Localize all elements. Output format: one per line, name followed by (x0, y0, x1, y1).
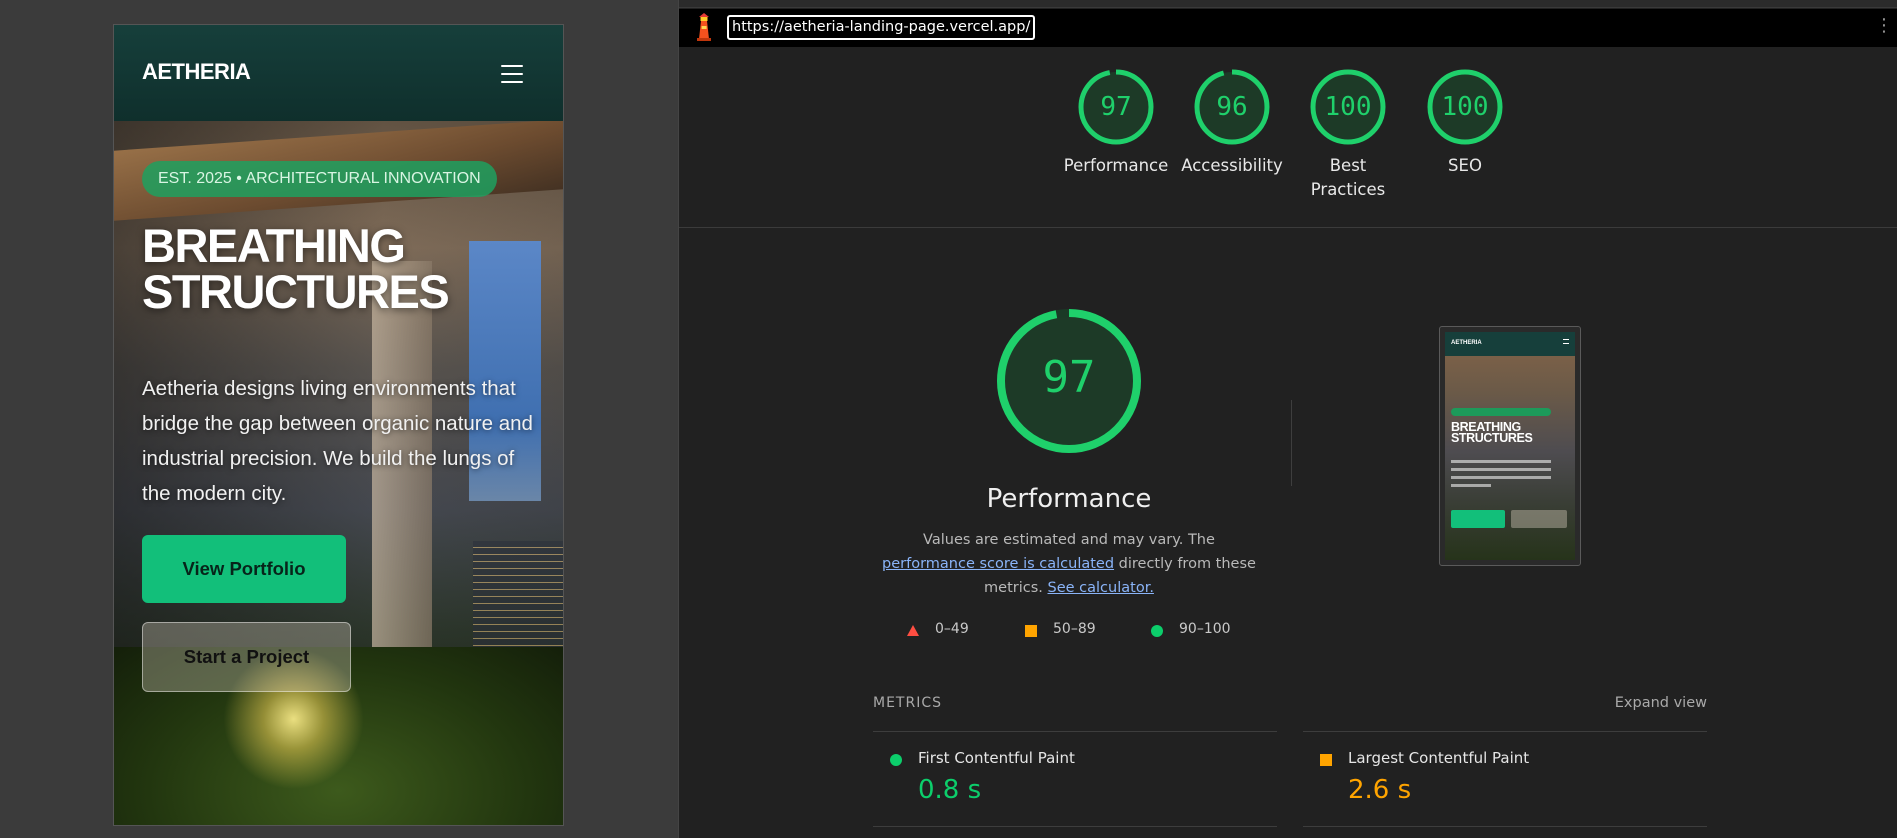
mobile-preview: AETHERIA EST. 2025 • ARCHITECTURAL INNOV… (113, 24, 564, 826)
gauge-seo[interactable]: 100 SEO (1405, 68, 1525, 178)
hamburger-menu-icon[interactable] (501, 65, 523, 83)
thumbnail-primary-button (1451, 510, 1505, 528)
metric-name: Largest Contentful Paint (1348, 749, 1530, 767)
gauge-label: Accessibility (1181, 156, 1283, 175)
hero-title: BREATHING STRUCTURES (142, 219, 450, 319)
category-gauges: 97 Performance 96 Accessibility 100 Best… (679, 68, 1897, 228)
gauge-accessibility[interactable]: 96 Accessibility (1172, 68, 1292, 178)
description-text: Values are estimated and may vary. The (923, 532, 1215, 548)
view-portfolio-button[interactable]: View Portfolio (142, 535, 346, 603)
thumbnail-title: BREATHING STRUCTURES (1451, 420, 1533, 445)
site-logo[interactable]: AETHERIA (142, 59, 251, 85)
metrics-label: METRICS (873, 695, 942, 711)
screen: AETHERIA EST. 2025 • ARCHITECTURAL INNOV… (0, 0, 1897, 838)
gauge-best-practices[interactable]: 100 Best Practices (1289, 68, 1407, 202)
gauge-performance[interactable]: 97 Performance (1056, 68, 1176, 178)
see-calculator-link[interactable]: See calculator. (1048, 580, 1154, 596)
score-legend: 0–49 50–89 90–100 (907, 620, 1307, 644)
thumbnail-text-lines (1451, 460, 1551, 492)
orange-square-icon (1320, 754, 1332, 766)
red-triangle-icon (907, 625, 919, 636)
legend-range: 50–89 (1053, 621, 1096, 637)
gauge-score: 97 (1100, 92, 1132, 122)
score-calculated-link[interactable]: performance score is calculated (882, 556, 1114, 572)
report-top-strip (679, 0, 1897, 8)
hero-description: Aetheria designs living environments tha… (142, 377, 533, 505)
metrics-header: METRICS Expand view (873, 693, 1707, 717)
gauge-score: 100 (1441, 92, 1489, 122)
divider (1291, 400, 1292, 486)
metric-largest-contentful-paint[interactable]: Largest Contentful Paint 2.6 s (1303, 731, 1707, 827)
gauge-score: 100 (1324, 92, 1372, 122)
green-circle-icon (1151, 625, 1163, 637)
site-navbar: AETHERIA (114, 25, 563, 121)
more-options-icon[interactable]: ⋮ (1875, 17, 1893, 35)
final-screenshot-thumbnail[interactable]: AETHERIA BREATHING STRUCTURES (1439, 326, 1581, 566)
gauge-label: Best Practices (1310, 156, 1386, 199)
gauge-label: SEO (1448, 156, 1482, 175)
performance-title: Performance (986, 484, 1152, 514)
performance-score: 97 (1042, 352, 1096, 403)
gauge-score: 96 (1216, 92, 1248, 122)
hero-badge: EST. 2025 • ARCHITECTURAL INNOVATION (142, 161, 497, 197)
lighthouse-icon (697, 13, 711, 41)
lighthouse-report: https://aetheria-landing-page.vercel.app… (678, 0, 1897, 838)
thumbnail-menu-icon (1563, 339, 1569, 344)
legend-range: 90–100 (1179, 621, 1231, 637)
metric-value: 2.6 s (1348, 775, 1412, 805)
green-circle-icon (890, 754, 902, 766)
metric-name: First Contentful Paint (918, 749, 1075, 767)
report-url[interactable]: https://aetheria-landing-page.vercel.app… (727, 15, 1036, 40)
legend-range: 0–49 (935, 621, 969, 637)
performance-description: Values are estimated and may vary. The p… (879, 528, 1259, 600)
thumbnail-image: AETHERIA BREATHING STRUCTURES (1445, 332, 1575, 560)
start-project-button[interactable]: Start a Project (142, 622, 351, 692)
metric-first-contentful-paint[interactable]: First Contentful Paint 0.8 s (873, 731, 1277, 827)
thumbnail-secondary-button (1511, 510, 1567, 528)
metric-value: 0.8 s (918, 775, 982, 805)
thumbnail-badge (1451, 408, 1551, 416)
orange-square-icon (1025, 625, 1037, 637)
expand-view-button[interactable]: Expand view (1615, 695, 1707, 711)
thumbnail-brand: AETHERIA (1451, 340, 1482, 346)
gauge-label: Performance (1063, 156, 1169, 175)
report-url-bar: https://aetheria-landing-page.vercel.app… (679, 9, 1897, 47)
